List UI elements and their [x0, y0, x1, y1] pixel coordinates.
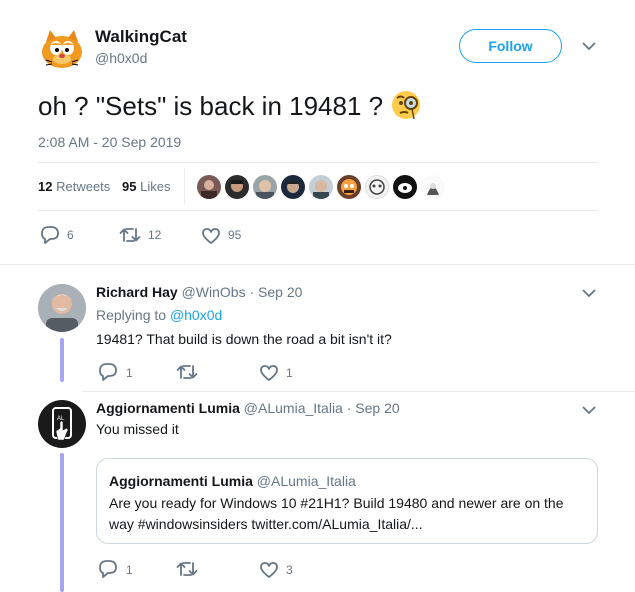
liker-avatar-1[interactable] [197, 175, 221, 199]
retweets-label: Retweets [56, 179, 111, 194]
reply1-reply-icon[interactable] [98, 363, 118, 381]
likes-stat[interactable]: 95 Likes [122, 179, 170, 194]
liker-avatar-9[interactable] [421, 175, 445, 199]
reply1-chevron-down-icon[interactable] [581, 287, 597, 299]
like-icon[interactable] [201, 227, 221, 245]
retweet-icon[interactable] [119, 227, 141, 243]
reply2-text: You missed it [96, 421, 179, 437]
likes-count: 95 [122, 179, 137, 194]
liker-avatar-4[interactable] [281, 175, 305, 199]
liker-avatar-6[interactable] [337, 175, 361, 199]
reply1-handle[interactable]: @WinObs [182, 284, 246, 300]
retweet-count: 12 [148, 228, 162, 242]
reply2-date[interactable]: · Sep 20 [347, 400, 400, 416]
reply-icon[interactable] [40, 226, 60, 244]
reply2-display-name[interactable]: Aggiornamenti Lumia [96, 400, 240, 416]
reply1-bottom-divider [82, 391, 635, 392]
reply2-chevron-down-icon[interactable] [581, 404, 597, 416]
stats-separator [184, 168, 185, 204]
reply-count: 6 [67, 228, 74, 242]
quoted-handle: @ALumia_Italia [256, 473, 356, 489]
liker-avatar-2[interactable] [225, 175, 249, 199]
main-timestamp[interactable]: 2:08 AM - 20 Sep 2019 [38, 134, 181, 150]
quoted-header: Aggiornamenti Lumia @ALumia_Italia [109, 473, 356, 489]
reply2-handle[interactable]: @ALumia_Italia [244, 400, 343, 416]
main-display-name[interactable]: WalkingCat [95, 27, 187, 47]
quoted-tweet-card[interactable]: Aggiornamenti Lumia @ALumia_Italia Are y… [96, 458, 598, 544]
walkingcat-avatar[interactable] [38, 24, 86, 72]
reply2-like-count: 3 [286, 563, 293, 577]
stats-bottom-divider [38, 210, 598, 211]
replying-to-handle-link[interactable]: @h0x0d [170, 307, 222, 323]
main-tweet-text-content: oh ? "Sets" is back in 19481 ? [38, 91, 391, 121]
quoted-text-line1: Are you ready for Windows 10 #21H1? Buil… [109, 495, 564, 511]
reply1-like-icon[interactable] [259, 364, 279, 382]
quoted-text-line2: way #windowsinsiders twitter.com/ALumia_… [109, 516, 423, 532]
reply2-header: Aggiornamenti Lumia @ALumia_Italia · Sep… [96, 400, 400, 416]
retweets-count: 12 [38, 179, 53, 194]
liker-avatar-8[interactable] [393, 175, 417, 199]
reply1-header: Richard Hay @WinObs · Sep 20 [96, 284, 302, 300]
reply2-reply-count: 1 [126, 563, 133, 577]
liker-avatar-7[interactable] [365, 175, 389, 199]
liker-avatar-5[interactable] [309, 175, 333, 199]
retweets-stat[interactable]: 12 Retweets [38, 179, 110, 194]
reply1-date[interactable]: · Sep 20 [249, 284, 302, 300]
likes-label: Likes [140, 179, 171, 194]
aggiornamenti-lumia-avatar[interactable]: AL [38, 400, 86, 448]
replying-to-label: Replying to [96, 307, 167, 323]
reply2-retweet-icon[interactable] [176, 561, 198, 577]
main-tweet-text: oh ? "Sets" is back in 19481 ? [38, 89, 422, 122]
reply2-reply-icon[interactable] [98, 560, 118, 578]
main-handle[interactable]: @h0x0d [95, 50, 147, 66]
main-tweet-bottom-divider [0, 264, 635, 265]
stats-top-divider [38, 162, 598, 163]
reply1-reply-count: 1 [126, 366, 133, 380]
liker-avatar-3[interactable] [253, 175, 277, 199]
reply2-like-icon[interactable] [259, 561, 279, 579]
reply1-retweet-icon[interactable] [176, 364, 198, 380]
quoted-display-name: Aggiornamenti Lumia [109, 473, 253, 489]
thread-line-2 [60, 453, 64, 592]
reply1-display-name[interactable]: Richard Hay [96, 284, 178, 300]
thread-line-1 [60, 338, 64, 382]
reply1-like-count: 1 [286, 366, 293, 380]
reply1-replying-to: Replying to @h0x0d [96, 307, 222, 323]
richard-hay-avatar[interactable] [38, 284, 86, 332]
like-count: 95 [228, 228, 242, 242]
reply1-text: 19481? That build is down the road a bit… [96, 331, 392, 347]
face-with-monocle-emoji-icon [390, 89, 422, 121]
chevron-down-icon[interactable] [581, 40, 597, 52]
follow-button[interactable]: Follow [459, 29, 562, 63]
